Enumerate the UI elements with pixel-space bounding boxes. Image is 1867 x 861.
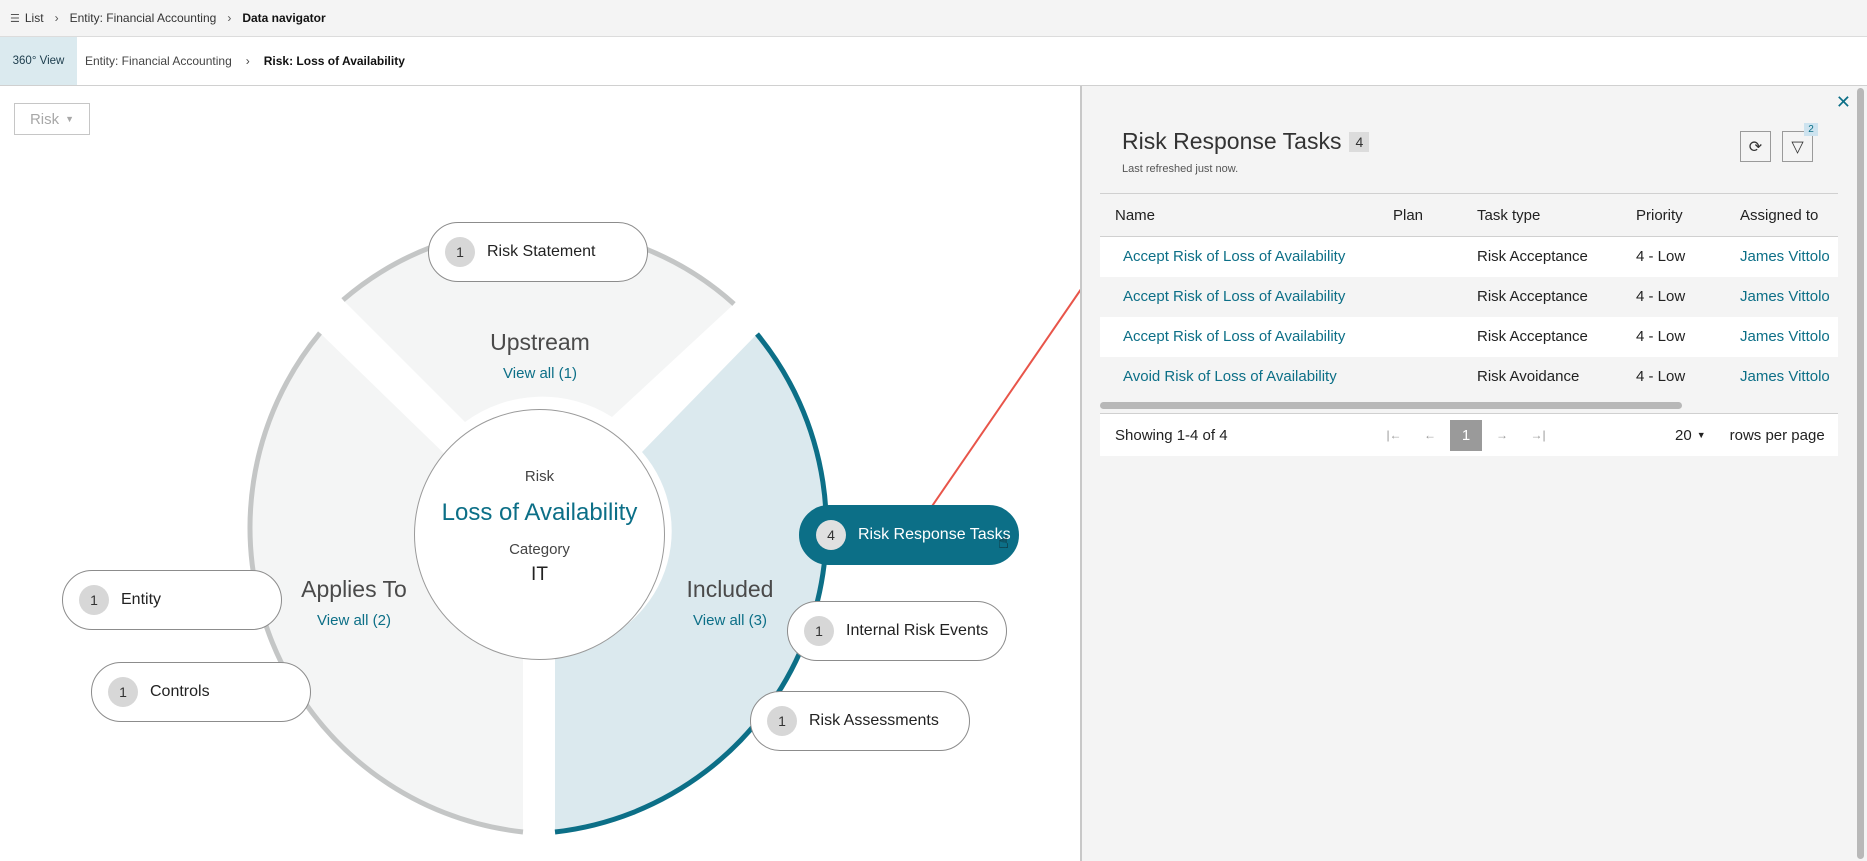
annotation-arrow bbox=[927, 288, 1080, 513]
panel-vertical-scrollbar[interactable] bbox=[1857, 86, 1865, 861]
node-entity[interactable]: 1 Entity bbox=[62, 570, 282, 630]
applies-to-label: Applies To View all (2) bbox=[254, 576, 454, 629]
center-category-label: Category bbox=[509, 541, 570, 558]
filter-icon: ▽ bbox=[1791, 138, 1804, 156]
task-plan bbox=[1378, 316, 1462, 357]
pagination-nav: |← ← 1 → →| bbox=[1376, 419, 1556, 451]
last-page-icon[interactable]: →| bbox=[1520, 428, 1556, 442]
column-header-assigned-to[interactable]: Assigned to bbox=[1725, 193, 1838, 237]
node-risk-statement[interactable]: 1 Risk Statement bbox=[428, 222, 648, 282]
node-risk-response-tasks[interactable]: 4 Risk Response Tasks bbox=[799, 505, 1019, 565]
column-header-name[interactable]: Name bbox=[1100, 193, 1378, 237]
column-header-task-type[interactable]: Task type bbox=[1462, 193, 1621, 237]
task-type: Risk Avoidance bbox=[1462, 356, 1621, 397]
tab-360-view[interactable]: 360° View bbox=[0, 37, 77, 85]
breadcrumb-list[interactable]: List bbox=[25, 11, 44, 25]
breadcrumb-entity[interactable]: Entity: Financial Accounting bbox=[70, 11, 217, 25]
nav-breadcrumb-entity[interactable]: Entity: Financial Accounting bbox=[85, 54, 232, 68]
applies-to-view-all-link[interactable]: View all (2) bbox=[254, 612, 454, 629]
column-header-priority[interactable]: Priority bbox=[1621, 193, 1725, 237]
chevron-right-icon: › bbox=[245, 54, 250, 68]
center-record-name[interactable]: Loss of Availability bbox=[415, 499, 664, 527]
panel-count-badge: 4 bbox=[1349, 131, 1370, 152]
filter-button[interactable]: ▽ 2 bbox=[1782, 123, 1818, 162]
pagination-showing: Showing 1-4 of 4 bbox=[1115, 426, 1228, 444]
refresh-icon: ⟳ bbox=[1748, 138, 1763, 156]
node-count-badge: 4 bbox=[816, 520, 846, 550]
table-row: Avoid Risk of Loss of Availability Risk … bbox=[1100, 356, 1838, 397]
upstream-label: Upstream View all (1) bbox=[440, 329, 640, 382]
column-header-plan[interactable]: Plan bbox=[1378, 193, 1462, 237]
top-breadcrumb: ☰ List › Entity: Financial Accounting › … bbox=[0, 0, 1867, 37]
table-row: Accept Risk of Loss of Availability Risk… bbox=[1100, 316, 1838, 357]
caret-down-icon: ▼ bbox=[1696, 430, 1706, 440]
chevron-right-icon: › bbox=[54, 11, 59, 25]
task-type: Risk Acceptance bbox=[1462, 236, 1621, 277]
node-count-badge: 1 bbox=[79, 585, 109, 615]
rows-per-page-select[interactable]: 20 ▼ rows per page bbox=[1675, 427, 1825, 444]
table-horizontal-scrollbar[interactable] bbox=[1100, 401, 1838, 411]
node-internal-risk-events[interactable]: 1 Internal Risk Events bbox=[787, 601, 1007, 661]
pointer-cursor-icon: ☝ bbox=[998, 532, 1009, 552]
task-name-link[interactable]: Accept Risk of Loss of Availability bbox=[1100, 276, 1378, 317]
task-plan bbox=[1378, 276, 1462, 317]
task-assignee-link[interactable]: James Vittolo bbox=[1725, 236, 1838, 277]
node-label: Risk Response Tasks bbox=[858, 526, 1011, 543]
task-priority: 4 - Low bbox=[1621, 276, 1725, 317]
rows-per-page-value: 20 bbox=[1675, 426, 1692, 444]
node-label: Risk Assessments bbox=[809, 712, 939, 729]
detail-panel: ✕ Risk Response Tasks 4 Last refreshed j… bbox=[1080, 86, 1867, 861]
nav-breadcrumb-current: Risk: Loss of Availability bbox=[263, 54, 405, 68]
node-count-badge: 1 bbox=[804, 616, 834, 646]
center-type-label: Risk bbox=[524, 468, 555, 485]
table-header-row: Name Plan Task type Priority Assigned to bbox=[1100, 193, 1838, 237]
task-type: Risk Acceptance bbox=[1462, 316, 1621, 357]
current-page-button[interactable]: 1 bbox=[1450, 419, 1482, 451]
node-label: Internal Risk Events bbox=[846, 622, 989, 639]
filter-count-badge: 2 bbox=[1804, 123, 1818, 136]
node-label: Entity bbox=[121, 591, 162, 608]
task-assignee-link[interactable]: James Vittolo bbox=[1725, 276, 1838, 317]
panel-title: Risk Response Tasks 4 bbox=[1122, 128, 1370, 155]
next-page-icon[interactable]: → bbox=[1484, 428, 1520, 442]
task-plan bbox=[1378, 236, 1462, 277]
task-assignee-link[interactable]: James Vittolo bbox=[1725, 316, 1838, 357]
upstream-view-all-link[interactable]: View all (1) bbox=[440, 365, 640, 382]
task-plan bbox=[1378, 356, 1462, 397]
data-navigator-canvas: Risk ▼ Risk Loss of Availability Categor… bbox=[0, 86, 1080, 861]
node-count-badge: 1 bbox=[445, 237, 475, 267]
task-name-link[interactable]: Accept Risk of Loss of Availability bbox=[1100, 316, 1378, 357]
task-name-link[interactable]: Avoid Risk of Loss of Availability bbox=[1100, 356, 1378, 397]
table-row: Accept Risk of Loss of Availability Risk… bbox=[1100, 276, 1838, 317]
applies-to-title: Applies To bbox=[301, 576, 407, 602]
refresh-button[interactable]: ⟳ bbox=[1740, 131, 1771, 162]
node-label: Risk Statement bbox=[487, 243, 596, 260]
panel-last-refreshed: Last refreshed just now. bbox=[1122, 163, 1239, 175]
list-icon[interactable]: ☰ bbox=[10, 12, 20, 25]
table-row: Accept Risk of Loss of Availability Risk… bbox=[1100, 236, 1838, 277]
task-priority: 4 - Low bbox=[1621, 236, 1725, 277]
first-page-icon[interactable]: |← bbox=[1376, 428, 1412, 442]
panel-title-text: Risk Response Tasks bbox=[1122, 128, 1342, 154]
chevron-right-icon: › bbox=[227, 11, 232, 25]
pagination-bar: Showing 1-4 of 4 |← ← 1 → →| 20 ▼ rows p… bbox=[1100, 413, 1838, 456]
upstream-title: Upstream bbox=[490, 329, 590, 355]
close-icon[interactable]: ✕ bbox=[1836, 92, 1851, 113]
node-count-badge: 1 bbox=[767, 706, 797, 736]
node-controls[interactable]: 1 Controls bbox=[91, 662, 311, 722]
task-priority: 4 - Low bbox=[1621, 316, 1725, 357]
tasks-table: Name Plan Task type Priority Assigned to… bbox=[1100, 193, 1838, 397]
task-type: Risk Acceptance bbox=[1462, 276, 1621, 317]
task-assignee-link[interactable]: James Vittolo bbox=[1725, 356, 1838, 397]
node-count-badge: 1 bbox=[108, 677, 138, 707]
included-title: Included bbox=[686, 576, 774, 602]
view-breadcrumb: 360° View Entity: Financial Accounting ›… bbox=[0, 37, 1867, 86]
task-priority: 4 - Low bbox=[1621, 356, 1725, 397]
breadcrumb-current: Data navigator bbox=[242, 11, 326, 25]
node-risk-assessments[interactable]: 1 Risk Assessments bbox=[750, 691, 970, 751]
node-label: Controls bbox=[150, 683, 210, 700]
prev-page-icon[interactable]: ← bbox=[1412, 428, 1448, 442]
task-name-link[interactable]: Accept Risk of Loss of Availability bbox=[1100, 236, 1378, 277]
rows-per-page-label: rows per page bbox=[1729, 426, 1825, 444]
